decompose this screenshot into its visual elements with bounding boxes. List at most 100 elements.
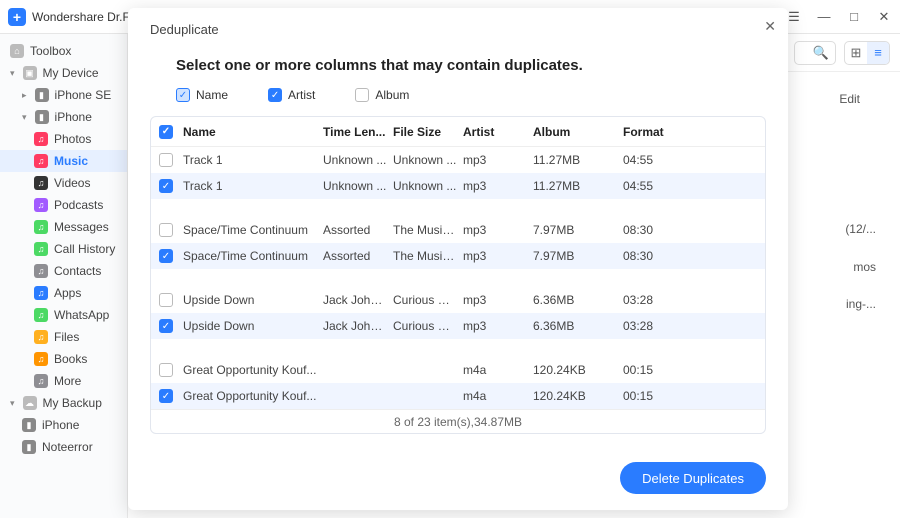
cell-format: 03:28: [623, 293, 693, 307]
list-view-button[interactable]: ≡: [867, 42, 889, 64]
cell-format: 00:15: [623, 389, 693, 403]
sidebar-my-backup[interactable]: ▾☁My Backup: [0, 392, 127, 414]
filter-artist[interactable]: ✓Artist: [268, 88, 315, 102]
edit-label[interactable]: Edit: [839, 92, 860, 106]
sidebar-label: My Device: [43, 66, 99, 80]
row-checkbox[interactable]: [159, 153, 173, 167]
sidebar-my-device[interactable]: ▾▣My Device: [0, 62, 127, 84]
cell-album: 11.27MB: [533, 179, 623, 193]
search-input[interactable]: 🔍: [794, 41, 836, 65]
cell-time: Jack John...: [323, 319, 393, 333]
cell-artist: mp3: [463, 249, 533, 263]
category-icon: ♫: [34, 242, 48, 256]
table-row[interactable]: Upside DownJack John...Curious G...mp36.…: [151, 287, 765, 313]
checkbox-icon[interactable]: ✓: [268, 88, 282, 102]
grid-view-button[interactable]: ⊞: [845, 42, 867, 64]
app-logo-icon: +: [8, 8, 26, 26]
close-window-button[interactable]: ✕: [876, 9, 892, 25]
table-row[interactable]: ✓Space/Time ContinuumAssortedThe Music..…: [151, 243, 765, 269]
modal-title: Deduplicate: [150, 22, 766, 37]
col-time[interactable]: Time Len...: [323, 125, 393, 139]
cell-format: 04:55: [623, 153, 693, 167]
table-row[interactable]: ✓ Great Opportunity Kouf... m4a120.24KB00:…: [151, 383, 765, 409]
cell-name: Upside Down: [183, 319, 323, 333]
group-gap: [151, 269, 765, 287]
category-icon: ♫: [34, 198, 48, 212]
sidebar-item-videos[interactable]: ♫Videos: [0, 172, 127, 194]
duplicates-table: ✓ Name Time Len... File Size Artist Albu…: [150, 116, 766, 434]
cell-size: Unknown ...: [393, 153, 463, 167]
cell-name: Great Opportunity Kouf...: [183, 389, 323, 403]
column-filters: ✓Name ✓Artist Album: [176, 88, 766, 102]
cell-size: Curious G...: [393, 293, 463, 307]
category-icon: ♫: [34, 308, 48, 322]
category-icon: ♫: [34, 220, 48, 234]
sidebar-item-books[interactable]: ♫Books: [0, 348, 127, 370]
row-checkbox[interactable]: ✓: [159, 389, 173, 403]
sidebar-item-messages[interactable]: ♫ Messages: [0, 216, 127, 238]
table-row[interactable]: Great Opportunity Kouf...m4a120.24KB00:1…: [151, 357, 765, 383]
sidebar-item-music[interactable]: ♫Music: [0, 150, 127, 172]
col-size[interactable]: File Size: [393, 125, 463, 139]
table-row[interactable]: ✓Upside DownJack John...Curious G...mp36…: [151, 313, 765, 339]
sidebar-toolbox[interactable]: ⌂Toolbox: [0, 40, 127, 62]
cell-artist: mp3: [463, 293, 533, 307]
sidebar-item-files[interactable]: ♫Files: [0, 326, 127, 348]
category-icon: ♫: [34, 330, 48, 344]
cell-album: 120.24KB: [533, 363, 623, 377]
col-format[interactable]: Format: [623, 125, 693, 139]
cell-format: 08:30: [623, 223, 693, 237]
table-row[interactable]: ✓Track 1Unknown ...Unknown ...mp311.27MB…: [151, 173, 765, 199]
sidebar-backup-iphone[interactable]: ▮iPhone: [0, 414, 127, 436]
cell-artist: m4a: [463, 363, 533, 377]
cell-size: Unknown ...: [393, 179, 463, 193]
table-row[interactable]: Space/Time ContinuumAssortedThe Music...…: [151, 217, 765, 243]
sidebar-device-iphone[interactable]: ▾▮iPhone: [0, 106, 127, 128]
sidebar-item-contacts[interactable]: ♫ Contacts: [0, 260, 127, 282]
cell-artist: mp3: [463, 319, 533, 333]
col-artist[interactable]: Artist: [463, 125, 533, 139]
sidebar-item-more[interactable]: ♫More: [0, 370, 127, 392]
row-checkbox[interactable]: ✓: [159, 179, 173, 193]
row-checkbox[interactable]: ✓: [159, 319, 173, 333]
list-icon[interactable]: ☰: [786, 9, 802, 25]
checkbox-icon[interactable]: [355, 88, 369, 102]
sidebar-device-iphonese[interactable]: ▸▮iPhone SE: [0, 84, 127, 106]
sidebar-item-apps[interactable]: ♫Apps: [0, 282, 127, 304]
filter-album[interactable]: Album: [355, 88, 409, 102]
sidebar-item-call-history[interactable]: ♫Call History: [0, 238, 127, 260]
close-icon[interactable]: ✕: [764, 18, 776, 35]
cell-artist: mp3: [463, 179, 533, 193]
sidebar-item-photos[interactable]: ♫Photos: [0, 128, 127, 150]
sidebar-item-label: Messages: [54, 220, 109, 234]
minimize-button[interactable]: —: [816, 9, 832, 25]
bg-text: (12/...: [845, 222, 876, 236]
col-name[interactable]: Name: [183, 125, 323, 139]
category-icon: ♫: [34, 264, 48, 278]
checkbox-icon[interactable]: ✓: [176, 88, 190, 102]
sidebar-label: Toolbox: [30, 44, 71, 58]
sidebar-backup-noteerror[interactable]: ▮Noteerror: [0, 436, 127, 458]
delete-duplicates-button[interactable]: Delete Duplicates: [620, 462, 766, 494]
col-album[interactable]: Album: [533, 125, 623, 139]
cell-time: Assorted: [323, 249, 393, 263]
row-checkbox[interactable]: [159, 293, 173, 307]
sidebar-item-label: Contacts: [54, 264, 101, 278]
cell-size: Curious G...: [393, 319, 463, 333]
sidebar-item-podcasts[interactable]: ♫Podcasts: [0, 194, 127, 216]
table-row[interactable]: Track 1Unknown ...Unknown ...mp311.27MB0…: [151, 147, 765, 173]
select-all-checkbox[interactable]: ✓: [159, 125, 173, 139]
cell-album: 120.24KB: [533, 389, 623, 403]
sidebar-item-label: Apps: [54, 286, 81, 300]
bg-text: ing-...: [846, 297, 876, 311]
cell-format: 00:15: [623, 363, 693, 377]
row-checkbox[interactable]: ✓: [159, 249, 173, 263]
sidebar-item-whatsapp[interactable]: ♫WhatsApp: [0, 304, 127, 326]
cell-artist: m4a: [463, 389, 533, 403]
filter-name[interactable]: ✓Name: [176, 88, 228, 102]
row-checkbox[interactable]: [159, 363, 173, 377]
maximize-button[interactable]: □: [846, 9, 862, 25]
cell-time: Unknown ...: [323, 153, 393, 167]
row-checkbox[interactable]: [159, 223, 173, 237]
cell-format: 08:30: [623, 249, 693, 263]
